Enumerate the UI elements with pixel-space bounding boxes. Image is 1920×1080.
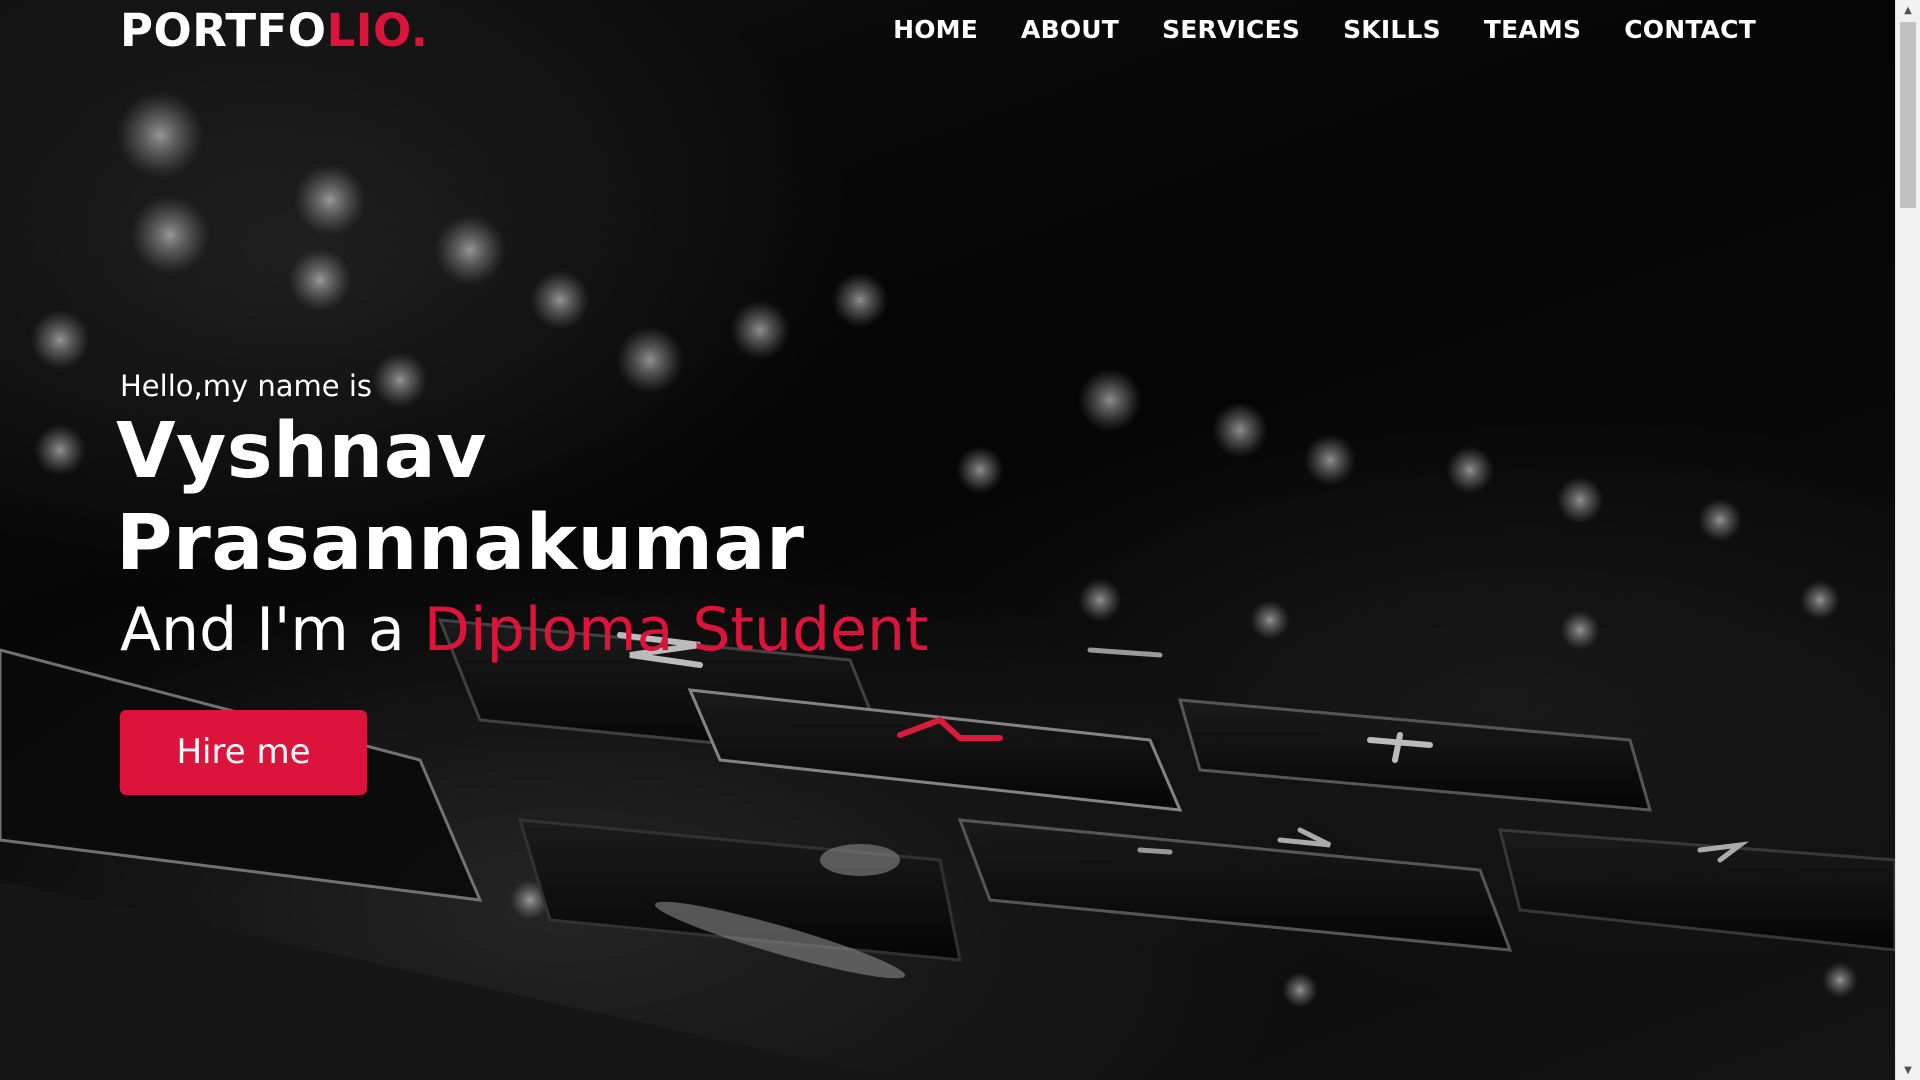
hero-role-prefix: And I'm a	[120, 595, 424, 665]
main-nav: HOME ABOUT SERVICES SKILLS TEAMS CONTACT	[850, 12, 1756, 48]
hire-me-button[interactable]: Hire me	[120, 710, 367, 795]
hero-content: Hello,my name is Vyshnav Prasannakumar A…	[116, 366, 1120, 795]
nav-item-skills[interactable]: SKILLS	[1343, 12, 1441, 48]
nav-item-teams[interactable]: TEAMS	[1484, 12, 1581, 48]
page: PORTFOLIO. HOME ABOUT SERVICES SKILLS TE…	[0, 0, 1920, 1080]
logo-accent-text: LIO.	[326, 4, 429, 57]
page-scrollbar[interactable]: ▲ ▼	[1895, 0, 1920, 1080]
nav-item-about[interactable]: ABOUT	[1021, 12, 1119, 48]
chevron-up-icon[interactable]: ▲	[1896, 0, 1920, 20]
nav-item-services[interactable]: SERVICES	[1162, 12, 1300, 48]
navbar: PORTFOLIO. HOME ABOUT SERVICES SKILLS TE…	[0, 0, 1895, 62]
scrollbar-thumb[interactable]	[1900, 22, 1916, 208]
logo-main-text: PORTFO	[120, 4, 327, 57]
chevron-down-icon[interactable]: ▼	[1896, 1060, 1920, 1080]
nav-item-contact[interactable]: CONTACT	[1624, 12, 1756, 48]
hero-role: And I'm a Diploma Student	[120, 590, 1120, 670]
nav-item-home[interactable]: HOME	[893, 12, 978, 48]
hero-greeting: Hello,my name is	[120, 369, 372, 403]
hero-name: Vyshnav Prasannakumar	[116, 407, 805, 588]
site-logo[interactable]: PORTFOLIO.	[120, 6, 428, 56]
hero-role-title: Diploma Student	[423, 595, 929, 665]
